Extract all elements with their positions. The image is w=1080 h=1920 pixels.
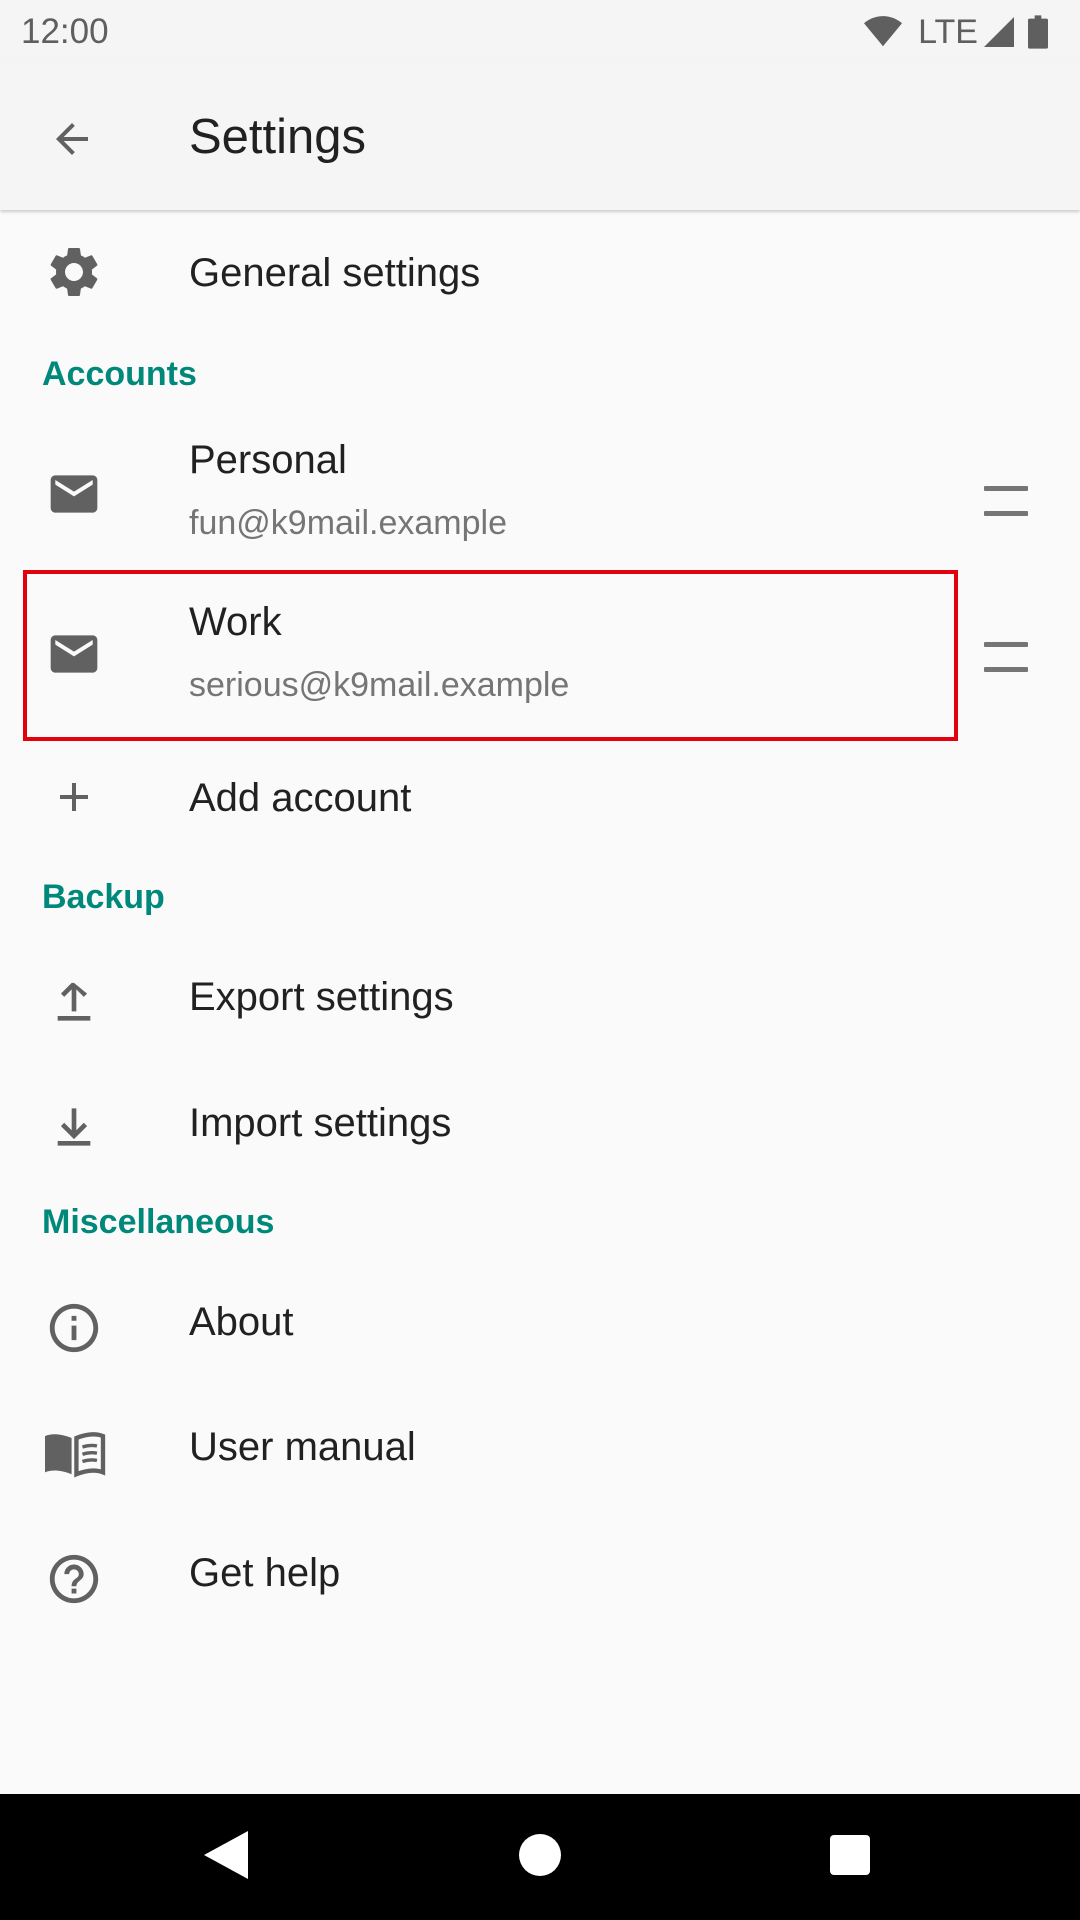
status-time: 12:00 — [21, 12, 109, 51]
account-email: fun@k9mail.example — [189, 504, 507, 542]
square-recents-icon — [830, 1834, 870, 1880]
gear-icon — [38, 236, 110, 308]
status-bar: 12:00 LTE — [0, 0, 1080, 63]
import-settings-label: Import settings — [189, 1101, 452, 1145]
miscellaneous-header: Miscellaneous — [42, 1203, 275, 1241]
network-type: LTE — [918, 12, 978, 51]
account-name: Personal — [189, 438, 347, 482]
navigation-bar — [0, 1794, 1080, 1920]
book-icon — [38, 1417, 110, 1489]
plus-icon — [38, 761, 110, 833]
accounts-header: Accounts — [42, 355, 197, 393]
get-help-item[interactable]: Get help — [0, 1520, 1080, 1640]
add-account-item[interactable]: Add account — [0, 745, 1080, 850]
wifi-icon — [864, 16, 903, 48]
battery-icon — [1028, 15, 1048, 49]
cell-signal-icon — [984, 17, 1014, 47]
info-icon — [38, 1292, 110, 1364]
drag-handle-icon[interactable] — [984, 486, 1028, 516]
general-settings-item[interactable]: General settings — [0, 210, 1080, 340]
page-title: Settings — [189, 110, 367, 164]
envelope-icon — [38, 458, 110, 530]
highlight-box — [23, 570, 958, 741]
backup-header: Backup — [42, 878, 165, 916]
app-bar: Settings — [0, 63, 1080, 210]
triangle-back-icon — [204, 1830, 248, 1884]
nav-home-button[interactable] — [510, 1827, 570, 1887]
circle-home-icon — [519, 1833, 561, 1881]
user-manual-item[interactable]: User manual — [0, 1395, 1080, 1515]
arrow-back-icon — [48, 115, 96, 168]
user-manual-label: User manual — [189, 1425, 416, 1469]
drag-handle-icon[interactable] — [984, 642, 1028, 672]
import-settings-item[interactable]: Import settings — [0, 1070, 1080, 1190]
settings-screen: 12:00 LTE Settings General settings Acco… — [0, 0, 1080, 1920]
about-label: About — [189, 1300, 294, 1344]
export-settings-item[interactable]: Export settings — [0, 945, 1080, 1065]
nav-back-button[interactable] — [196, 1827, 256, 1887]
help-icon — [38, 1543, 110, 1615]
status-icons: LTE — [864, 12, 1048, 52]
nav-recents-button[interactable] — [820, 1827, 880, 1887]
add-account-label: Add account — [189, 776, 412, 820]
about-item[interactable]: About — [0, 1270, 1080, 1390]
general-settings-label: General settings — [189, 251, 481, 295]
account-item-personal[interactable]: Personal fun@k9mail.example — [0, 420, 1080, 570]
export-settings-label: Export settings — [189, 975, 454, 1019]
upload-icon — [38, 966, 110, 1038]
back-button[interactable] — [36, 105, 108, 177]
get-help-label: Get help — [189, 1551, 341, 1595]
download-icon — [38, 1091, 110, 1163]
